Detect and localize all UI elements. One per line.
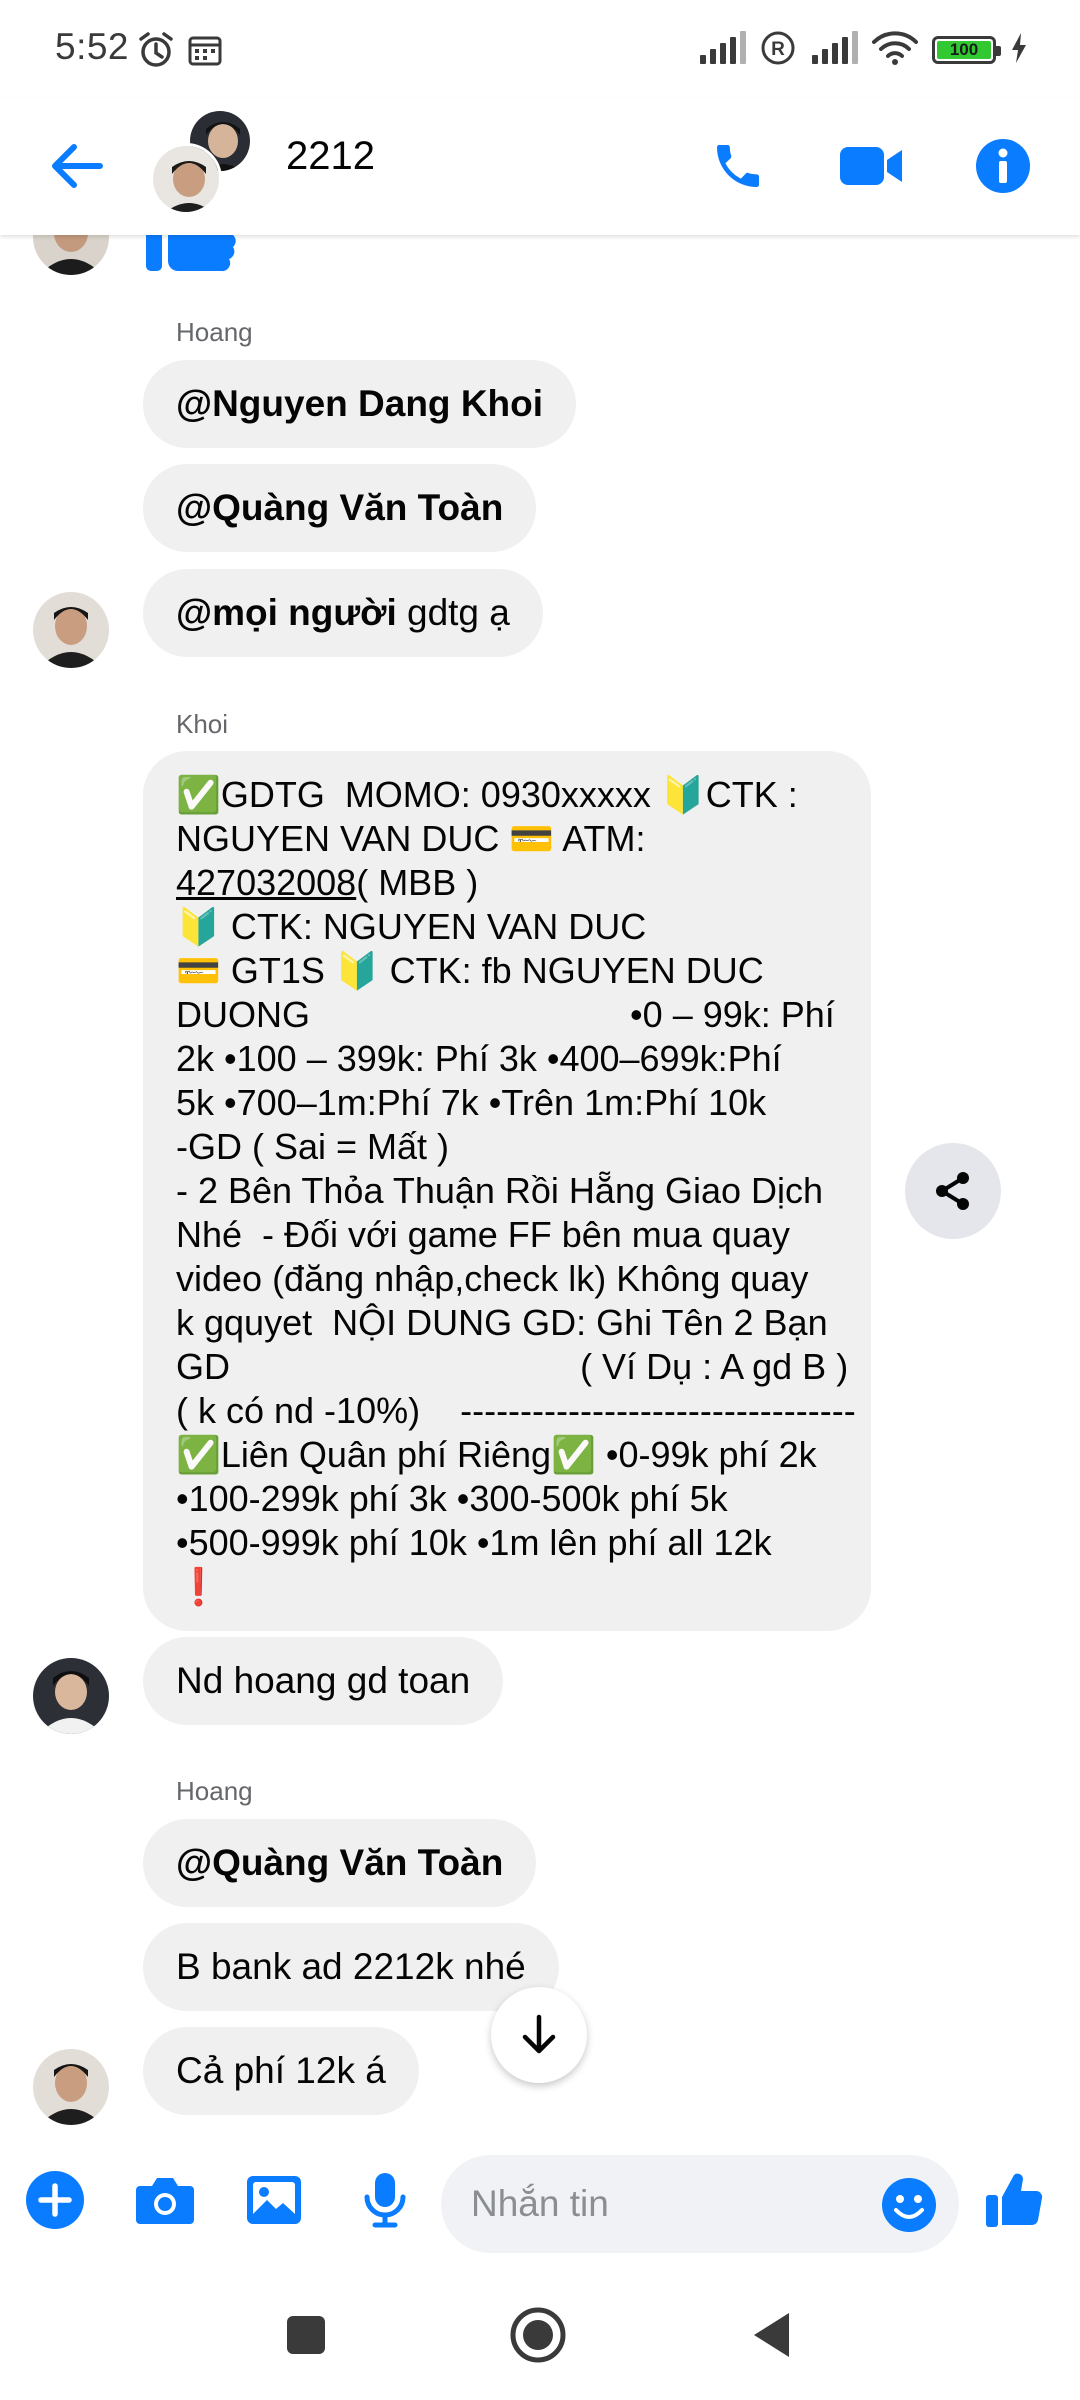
status-time: 5:52 [55,26,130,67]
message-input-box[interactable] [441,2155,959,2253]
cell-signal-icon [698,30,746,70]
emoji-button[interactable] [881,2177,937,2233]
like-sticker-icon [142,235,242,280]
more-actions-button[interactable] [22,2167,88,2233]
plus-circle-icon [26,2171,84,2229]
wifi-icon [872,30,918,70]
conversation-info-button[interactable] [965,128,1041,204]
info-icon [976,139,1030,193]
sender-name: Khoi [176,709,229,739]
voice-message-button[interactable] [352,2167,418,2233]
recents-button[interactable] [271,2300,341,2370]
message-line: k gquyet NỘI DUNG GD: Ghi Tên 2 Bạn [176,1302,828,1343]
message-bubble[interactable]: Nd hoang gd toan [143,1637,504,1725]
message-line: 🔰 CTK: NGUYEN VAN DUC [176,906,647,947]
message-text: @Quàng Văn Toàn [176,487,504,528]
system-navigation-bar [0,2265,1080,2400]
sender-name: Hoang [176,317,253,347]
roaming-icon: R [760,30,796,71]
sender-avatar[interactable] [33,235,109,275]
scroll-to-bottom-button[interactable] [491,1987,587,2083]
message-bubble[interactable]: @Quàng Văn Toàn [143,1819,537,1907]
message-line: ✅Liên Quân phí Riêng✅ •0-99k phí 2k [176,1434,817,1475]
back-arrow-icon [52,144,103,188]
thumbs-up-icon [986,2173,1043,2227]
mention[interactable]: @mọi người [176,592,397,633]
message-input[interactable] [471,2179,851,2229]
alarm-icon [136,30,176,75]
camera-icon [136,2178,194,2224]
triangle-back-icon [754,2313,789,2357]
message-line: -GD ( Sai = Mất ) [176,1126,450,1167]
message-line: ( k có nd -10%) ------------------------… [176,1390,856,1431]
message-line: NGUYEN VAN DUC 💳 ATM: [176,818,646,859]
message-line: - 2 Bên Thỏa Thuận Rồi Hẵng Giao Dịch [176,1170,824,1211]
status-bar: 5:52 R 100 [0,0,1080,98]
message-bubble[interactable]: ✅GDTG MOMO: 0930xxxxx 🔰CTK : NGUYEN VAN … [143,751,871,1631]
share-button[interactable] [905,1143,1001,1239]
image-icon [247,2176,301,2224]
share-icon [936,1172,969,1210]
status-indicators: R 100 [698,30,1028,70]
microphone-icon [364,2173,406,2228]
message-text: Cả phí 12k á [176,2050,386,2091]
message-bubble[interactable]: @mọi người gdtg ạ [143,569,543,657]
arrow-down-icon [522,2014,556,2054]
sender-avatar[interactable] [33,1658,109,1734]
message-line: DUONG •0 – 99k: Phí [176,994,835,1035]
message-bubble[interactable]: @Quàng Văn Toàn [143,464,537,552]
message-line: Nhé - Đối với game FF bên mua quay [176,1214,790,1255]
back-button[interactable] [42,131,112,201]
sender-avatar[interactable] [33,2049,109,2125]
message-line: 2k •100 – 399k: Phí 3k •400–699k:Phí [176,1038,782,1079]
voice-call-button[interactable] [700,128,776,204]
message-line: GD ( Ví Dụ : A gd B ) [176,1346,849,1387]
cell-signal-2-icon [810,30,858,70]
chat-title[interactable]: 2212 [286,134,375,179]
square-icon [287,2316,325,2354]
message-composer [0,2135,1080,2265]
group-avatar[interactable] [150,108,260,218]
message-line: 💳 GT1S 🔰 CTK: fb NGUYEN DUC [176,950,764,991]
message-text: Nd hoang gd toan [176,1660,471,1701]
account-number-link[interactable]: 427032008 [176,862,356,903]
message-text: @Nguyen Dang Khoi [176,383,544,424]
message-list[interactable]: Hoang @Nguyen Dang Khoi @Quàng Văn Toàn … [0,235,1080,2135]
charging-icon [1010,32,1028,69]
message-bubble[interactable]: @Nguyen Dang Khoi [143,360,577,448]
message-text: B bank ad 2212k nhé [176,1946,526,1987]
back-nav-button[interactable] [736,2300,806,2370]
message-line: •500-999k phí 10k •1m lên phí all 12k [176,1522,772,1563]
message-line: ❗ [176,1566,221,1607]
message-bubble[interactable]: B bank ad 2212k nhé [143,1923,559,2011]
gallery-button[interactable] [241,2167,307,2233]
calendar-icon [188,34,222,71]
message-text: @Quàng Văn Toàn [176,1842,504,1883]
member-avatar [150,143,222,215]
home-button[interactable] [503,2300,573,2370]
phone-icon [717,145,759,187]
smiley-icon [882,2178,936,2232]
battery-level: 100 [949,40,979,59]
message-line: 427032008( MBB ) [176,862,479,903]
home-circle-icon [510,2307,566,2363]
sender-avatar[interactable] [33,592,109,668]
message-text: gdtg ạ [396,592,510,633]
battery-icon: 100 [932,36,1001,64]
send-like-button[interactable] [981,2167,1047,2233]
message-line: ✅GDTG MOMO: 0930xxxxx 🔰CTK : [176,774,798,815]
message-line: 5k •700–1m:Phí 7k •Trên 1m:Phí 10k [176,1082,767,1123]
svg-text:R: R [771,39,785,60]
chat-header: 2212 [0,98,1080,235]
camera-button[interactable] [132,2167,198,2233]
message-line: •100-299k phí 3k •300-500k phí 5k [176,1478,728,1519]
video-call-button[interactable] [833,128,909,204]
sender-name: Hoang [176,1776,253,1806]
video-camera-icon [840,147,902,185]
message-line: video (đăng nhập,check lk) Không quay [176,1258,809,1299]
message-bubble[interactable]: Cả phí 12k á [143,2027,419,2115]
